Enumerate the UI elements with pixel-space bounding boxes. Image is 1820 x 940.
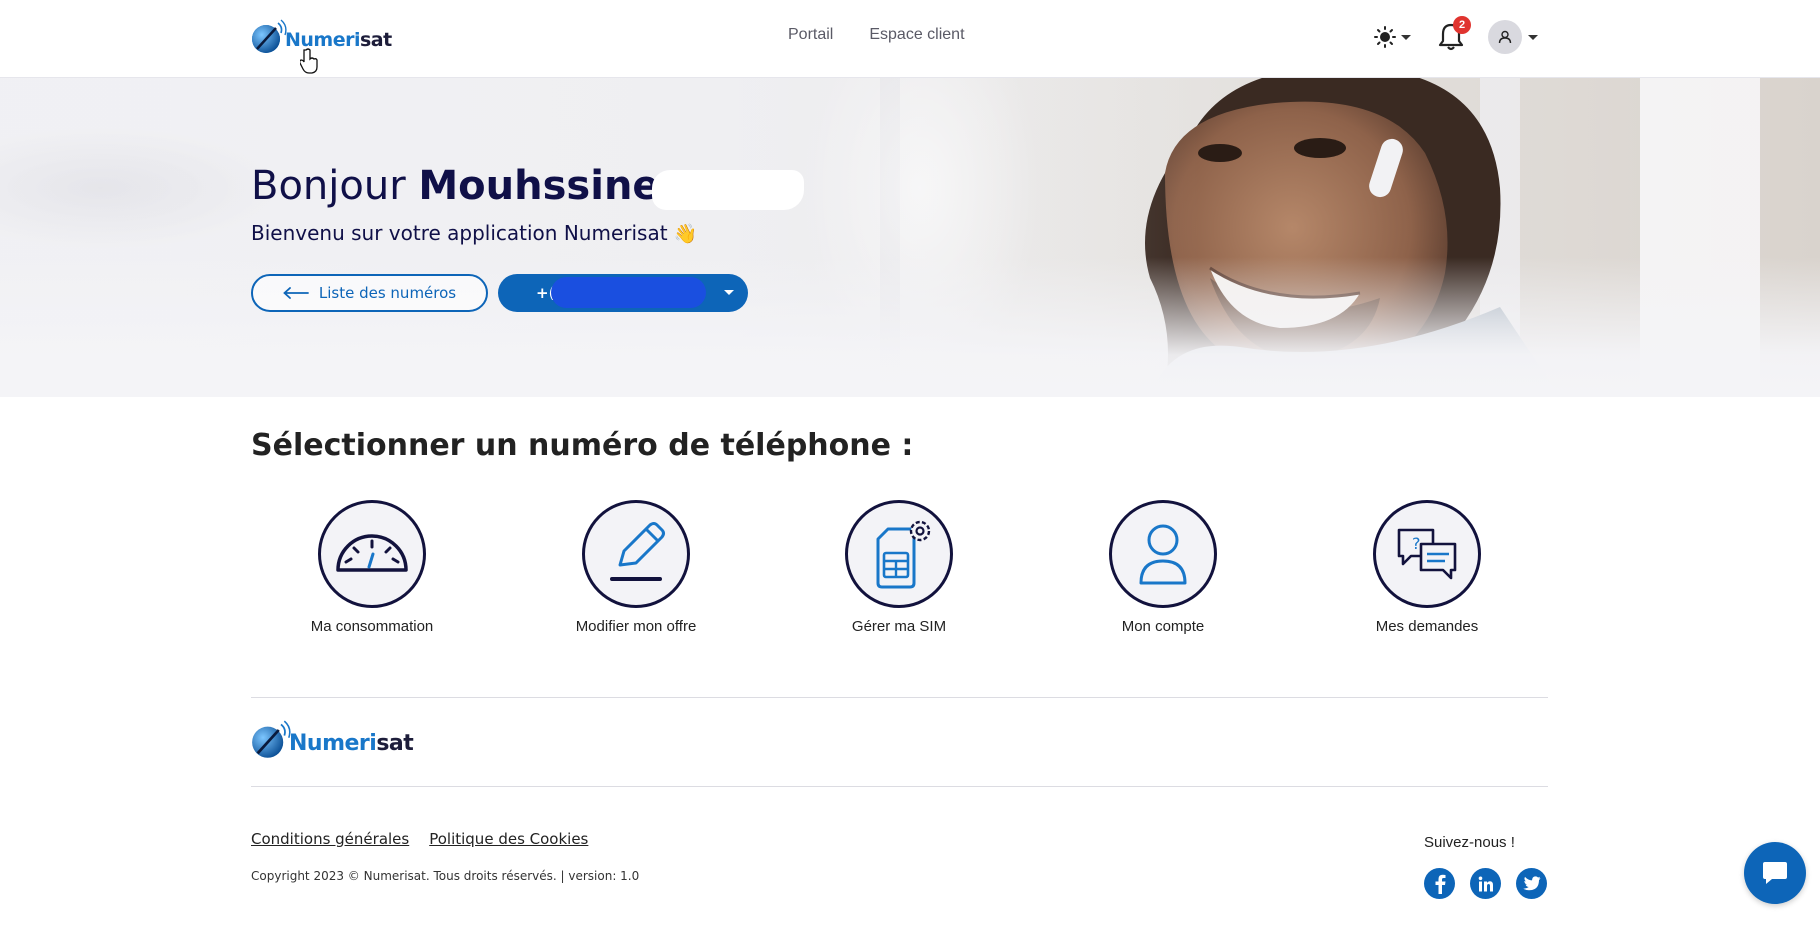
user-menu[interactable] [1488,20,1538,54]
welcome-text: Bienvenu sur votre application Numerisat… [251,221,698,245]
linkedin-icon[interactable] [1470,868,1501,899]
tile-icon-circle [845,500,953,608]
follow-us-label: Suivez-nous ! [1424,834,1515,851]
main-nav: Portail Espace client [788,26,965,44]
tile-modifier-offre[interactable]: Modifier mon offre [536,500,736,635]
pencil-icon [610,522,665,581]
nav-link-portail[interactable]: Portail [788,26,833,44]
tile-gerer-sim[interactable]: Gérer ma SIM [799,500,999,635]
tile-ma-consommation[interactable]: Ma consommation [272,500,472,635]
chat-support-button[interactable] [1744,842,1806,904]
chat-question-icon: ? [1397,528,1457,580]
phone-list-button[interactable]: Liste des numéros [251,274,488,312]
arrow-left-icon [283,287,309,299]
sun-icon [1374,26,1396,48]
tile-icon-circle [318,500,426,608]
theme-toggle[interactable] [1374,26,1411,48]
twitter-icon[interactable] [1516,868,1547,899]
redacted-last-name [652,170,804,210]
svg-text:?: ? [1412,534,1421,553]
social-links [1424,868,1547,899]
brand-name: Numerisat [289,730,414,756]
link-conditions-generales[interactable]: Conditions générales [251,830,409,848]
chevron-down-icon [1528,34,1538,40]
chevron-down-icon [1401,34,1411,40]
phone-list-label: Liste des numéros [318,284,457,302]
tile-mes-demandes[interactable]: ? Mes demandes [1327,500,1527,635]
tile-icon-circle [1109,500,1217,608]
sim-settings-icon [876,520,931,589]
link-politique-cookies[interactable]: Politique des Cookies [429,830,588,848]
footer-divider [251,697,1548,698]
nav-link-espace-client[interactable]: Espace client [869,26,964,44]
footer-brand-logo: Numerisat [251,720,414,760]
user-first-name: Mouhssine [418,163,660,209]
satellite-logo-icon [252,19,287,53]
avatar [1488,20,1522,54]
tile-icon-circle [582,500,690,608]
facebook-icon[interactable] [1424,868,1455,899]
section-title: Sélectionner un numéro de téléphone : [251,428,914,463]
hand-cursor-icon [300,48,318,74]
notification-badge: 2 [1453,16,1471,34]
tile-mon-compte[interactable]: Mon compte [1063,500,1263,635]
speedometer-icon [336,534,408,572]
wave-emoji: 👋 [673,223,698,245]
user-account-icon [1139,524,1187,585]
tile-label: Ma consommation [310,618,434,635]
tile-label: Mes demandes [1375,618,1479,635]
footer-links: Conditions générales Politique des Cooki… [251,830,588,848]
copyright-text: Copyright 2023 © Numerisat. Tous droits … [251,869,640,883]
footer-divider [251,786,1548,787]
phone-number-select[interactable]: +( [498,274,748,312]
greeting-heading: Bonjour Mouhssine [251,163,660,209]
chevron-down-icon [724,290,734,295]
chat-bubble-icon [1763,862,1787,884]
redacted-phone-number [551,277,706,308]
satellite-logo-icon [252,720,291,758]
tile-label: Modifier mon offre [575,618,697,635]
top-navbar: Numerisat Portail Espace client 2 [0,0,1820,78]
navbar-actions: 2 [1374,16,1544,58]
tile-label: Gérer ma SIM [851,618,947,635]
user-icon [1498,30,1512,44]
brand-logo[interactable]: Numerisat [251,19,392,55]
tile-label: Mon compte [1121,618,1205,635]
tile-icon-circle: ? [1373,500,1481,608]
